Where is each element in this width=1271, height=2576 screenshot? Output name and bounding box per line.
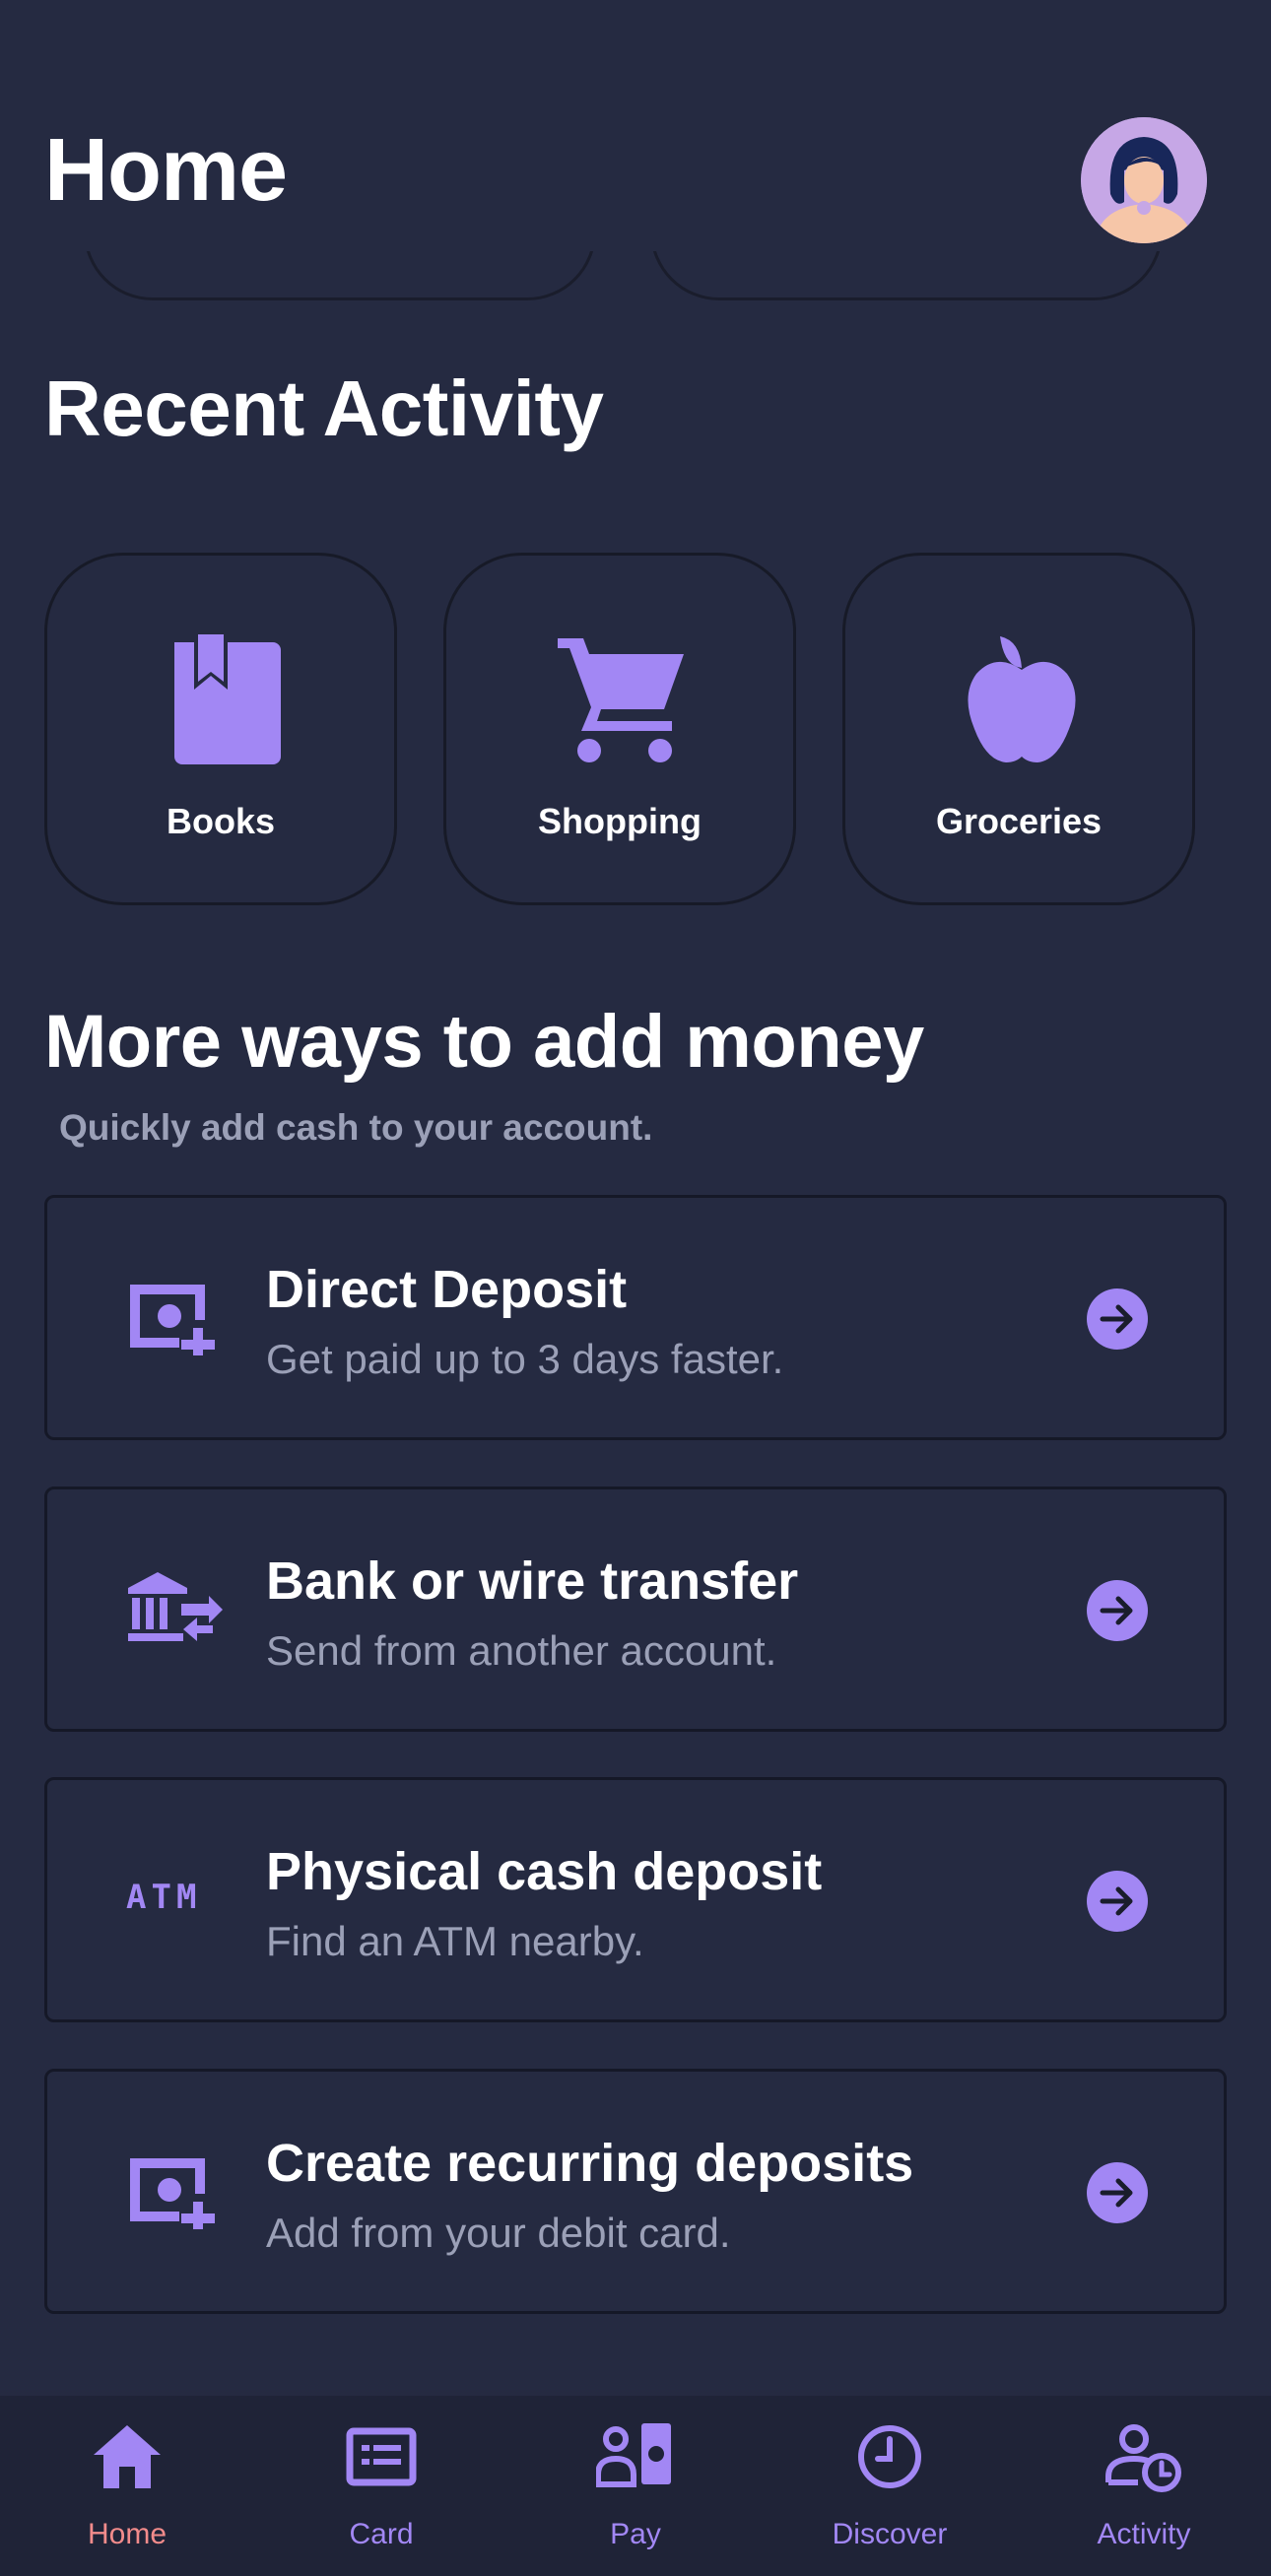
tab-label: Pay xyxy=(610,2518,661,2550)
tab-pay[interactable]: Pay xyxy=(508,2396,763,2576)
pay-icon xyxy=(596,2423,671,2487)
tab-label: Home xyxy=(87,2518,167,2550)
arrow-right-circle-icon xyxy=(1087,2162,1148,2223)
home-icon xyxy=(94,2425,161,2488)
avatar[interactable] xyxy=(1081,117,1207,243)
recent-activity-title: Recent Activity xyxy=(44,364,604,452)
activity-tile-books[interactable]: Books xyxy=(44,553,397,905)
activity-tile-label: Groceries xyxy=(935,801,1103,841)
activity-tile-label: Shopping xyxy=(538,801,702,841)
cash-plus-icon xyxy=(130,2158,215,2229)
option-title: Physical cash deposit xyxy=(266,1842,823,1901)
arrow-right-circle-icon xyxy=(1087,1288,1148,1350)
activity-tile-groceries[interactable]: Groceries xyxy=(842,553,1195,905)
activity-tile-shopping[interactable]: Shopping xyxy=(443,553,796,905)
arrow-right-circle-icon xyxy=(1087,1580,1148,1641)
apple-icon xyxy=(968,636,1076,762)
user-clock-icon xyxy=(1105,2424,1181,2492)
option-title: Bank or wire transfer xyxy=(266,1552,799,1611)
activity-tile-label: Books xyxy=(166,801,276,841)
tab-label: Card xyxy=(349,2518,414,2550)
add-money-title: More ways to add money xyxy=(44,1000,924,1084)
tab-label: Activity xyxy=(1097,2518,1191,2550)
card-icon xyxy=(346,2427,417,2486)
tab-activity[interactable]: Activity xyxy=(1017,2396,1271,2576)
clock-icon xyxy=(858,2425,921,2488)
tab-card[interactable]: Card xyxy=(254,2396,508,2576)
cash-plus-icon xyxy=(130,1285,215,1355)
option-direct-deposit[interactable]: Direct Deposit Get paid up to 3 days fas… xyxy=(44,1195,1227,1440)
option-description: Send from another account. xyxy=(266,1627,777,1674)
book-icon xyxy=(174,634,281,764)
add-money-subtitle: Quickly add cash to your account. xyxy=(59,1107,653,1148)
bank-transfer-icon xyxy=(128,1572,223,1641)
bottom-tab-bar: Home Card Pay Discover Activity xyxy=(0,2396,1271,2576)
option-title: Create recurring deposits xyxy=(266,2134,914,2193)
tab-label: Discover xyxy=(832,2518,948,2550)
tab-home[interactable]: Home xyxy=(0,2396,254,2576)
option-cash-deposit[interactable]: ATM Physical cash deposit Find an ATM ne… xyxy=(44,1777,1227,2022)
tab-discover[interactable]: Discover xyxy=(763,2396,1017,2576)
option-description: Add from your debit card. xyxy=(266,2210,731,2256)
page-title: Home xyxy=(44,121,288,220)
arrow-right-circle-icon xyxy=(1087,1871,1148,1932)
option-bank-transfer[interactable]: Bank or wire transfer Send from another … xyxy=(44,1486,1227,1732)
option-description: Find an ATM nearby. xyxy=(266,1918,644,1964)
atm-icon: ATM xyxy=(126,1878,202,1917)
option-recurring-deposits[interactable]: Create recurring deposits Add from your … xyxy=(44,2069,1227,2314)
cart-icon xyxy=(558,638,684,762)
avatar-icon xyxy=(1081,117,1207,243)
header: Home xyxy=(0,0,1271,256)
option-description: Get paid up to 3 days faster. xyxy=(266,1336,784,1382)
option-title: Direct Deposit xyxy=(266,1260,628,1319)
